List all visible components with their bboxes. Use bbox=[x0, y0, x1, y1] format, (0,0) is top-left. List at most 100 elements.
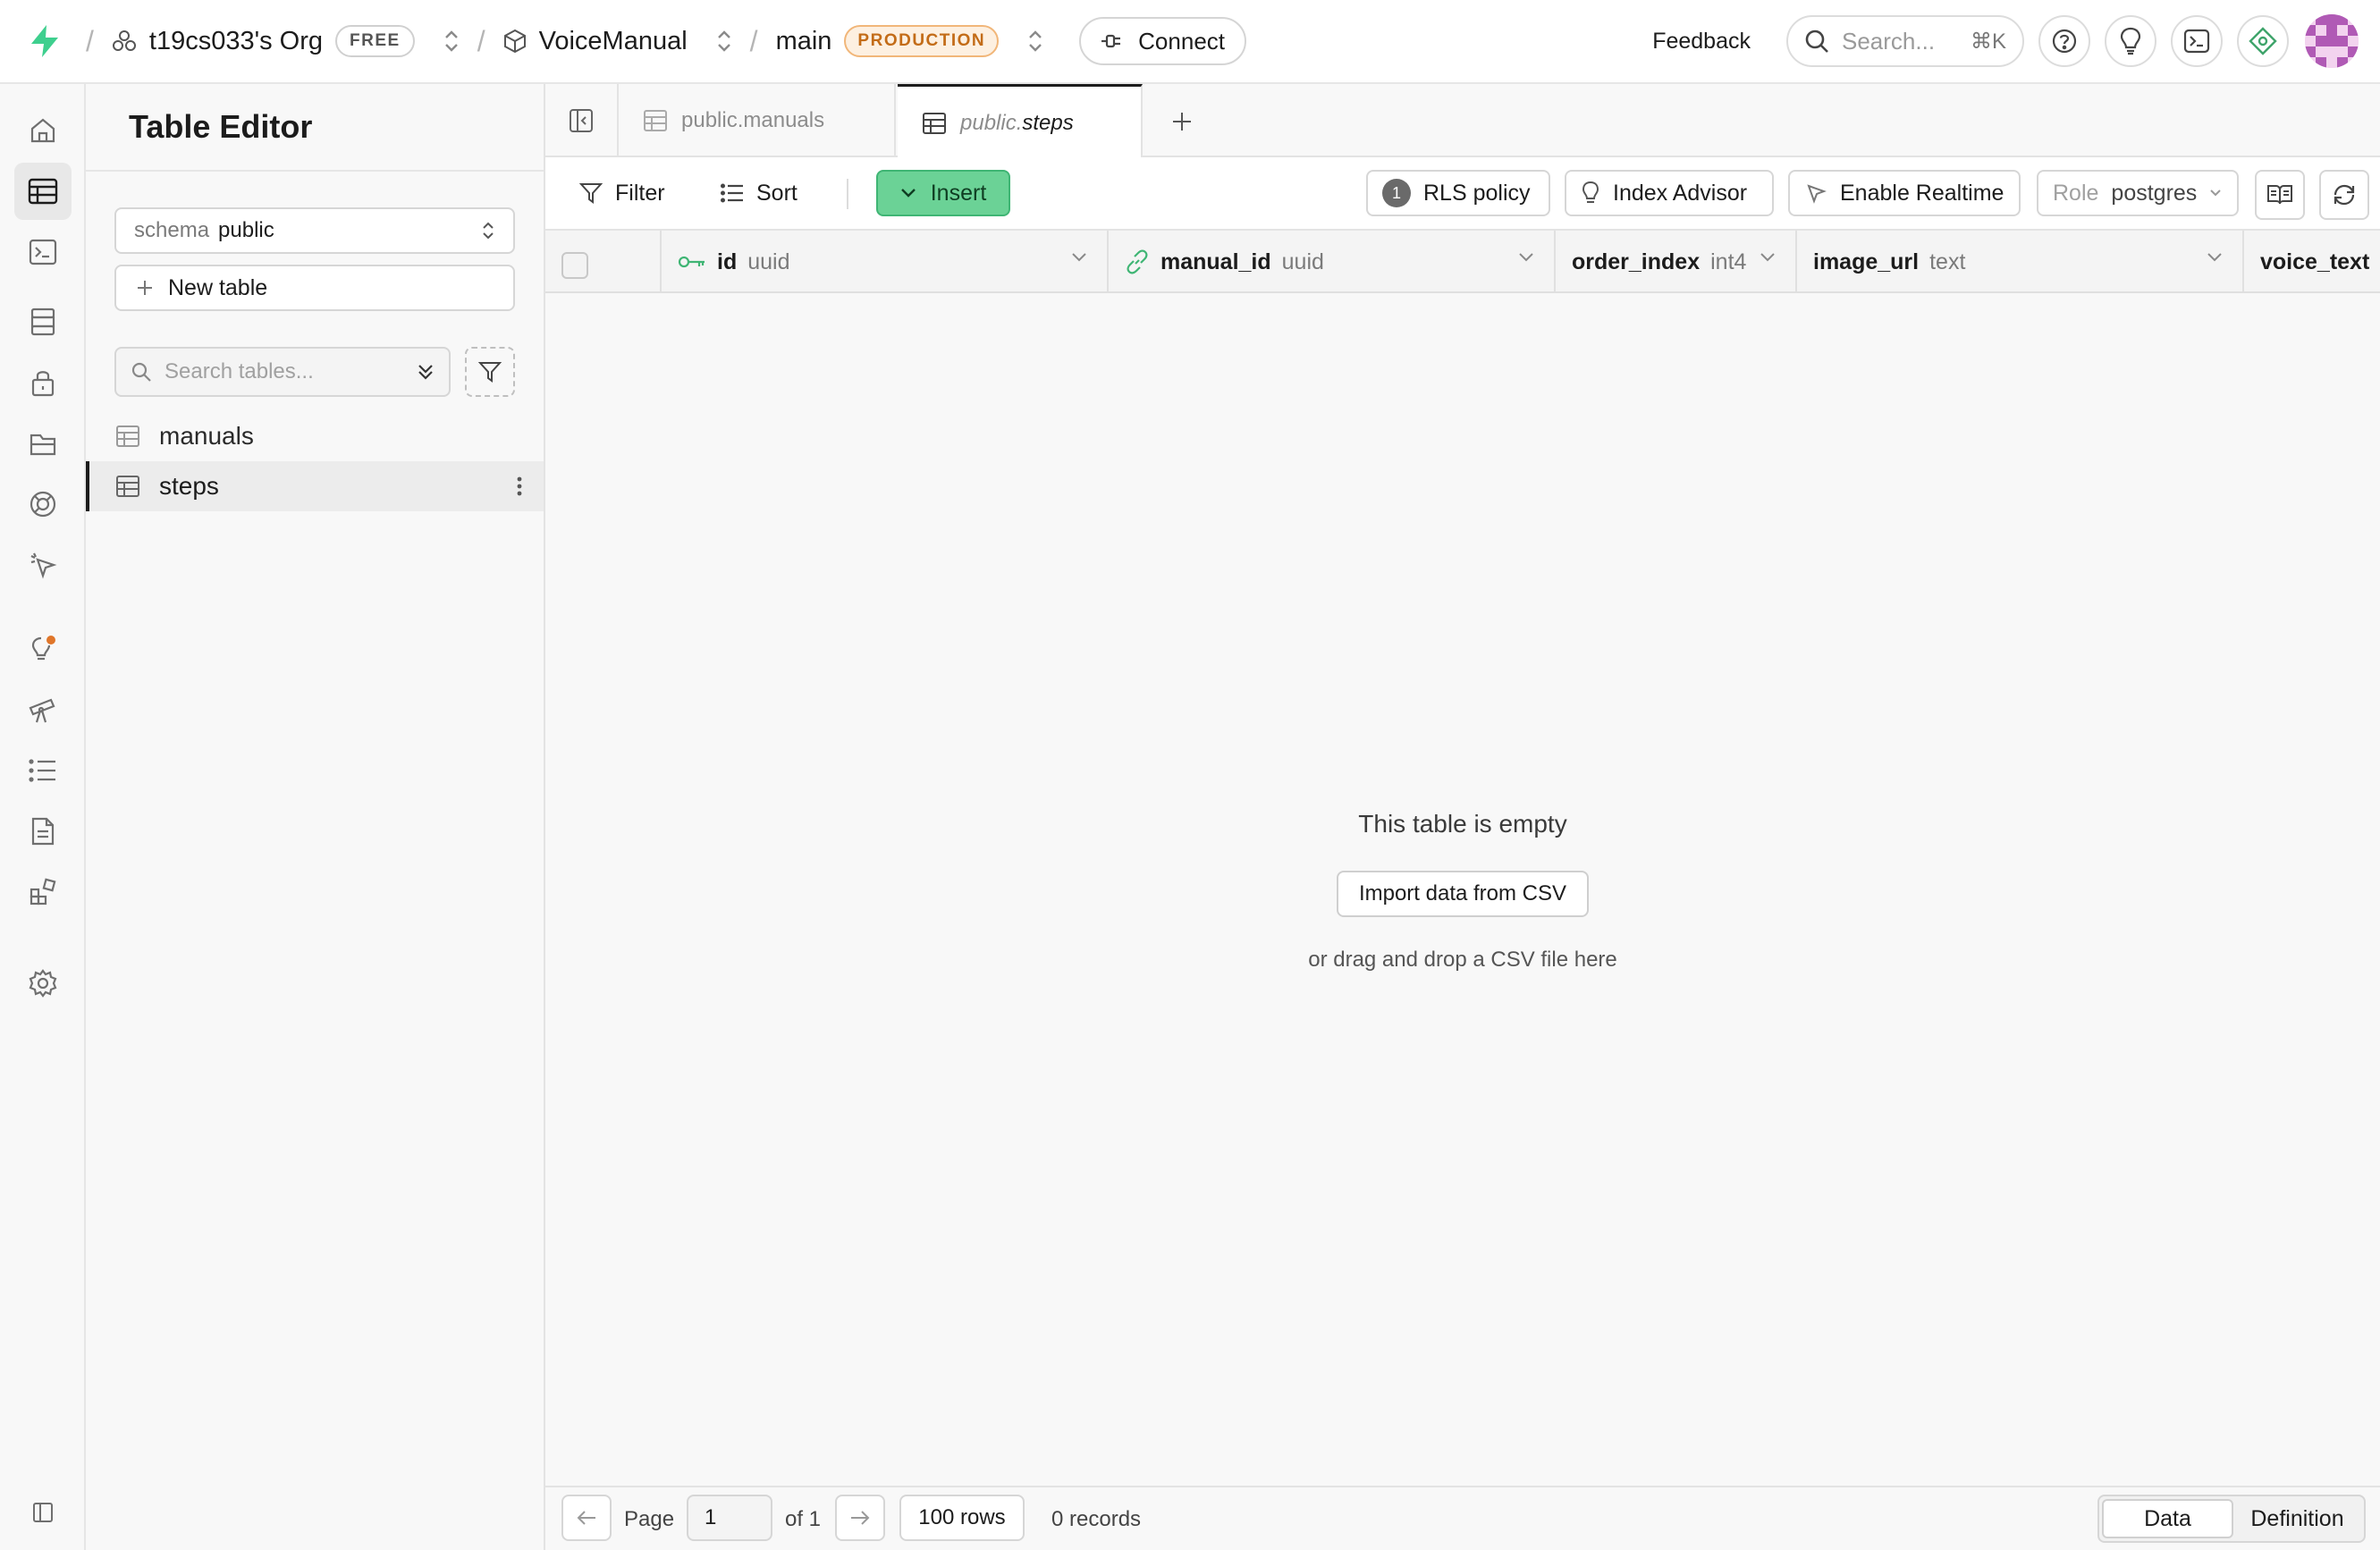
tab-table: steps bbox=[1022, 110, 1074, 135]
plan-badge: FREE bbox=[335, 25, 415, 57]
auth-icon[interactable] bbox=[14, 354, 72, 411]
chevron-down-icon[interactable] bbox=[1760, 252, 1776, 263]
schema-selector[interactable]: schema public bbox=[114, 207, 515, 254]
filter-label: Filter bbox=[615, 180, 665, 206]
docs-icon[interactable] bbox=[14, 803, 72, 860]
chevrons-down-icon[interactable] bbox=[417, 361, 435, 383]
docs-button[interactable] bbox=[2255, 170, 2305, 220]
tab-public-steps[interactable]: public.steps bbox=[898, 84, 1143, 159]
insert-label: Insert bbox=[930, 180, 987, 206]
chevron-updown-icon[interactable] bbox=[716, 29, 732, 53]
schema-label: schema bbox=[134, 218, 210, 242]
more-vertical-icon[interactable] bbox=[517, 476, 522, 497]
terminal-button[interactable] bbox=[2171, 15, 2223, 67]
page-label: Page bbox=[624, 1507, 675, 1531]
view-definition-tab[interactable]: Definition bbox=[2233, 1499, 2361, 1538]
advisor-button[interactable] bbox=[2237, 15, 2289, 67]
tab-table: manuals bbox=[743, 108, 825, 132]
advisors-icon[interactable] bbox=[14, 620, 72, 678]
chevron-updown-icon[interactable] bbox=[1027, 29, 1043, 53]
logs-list-icon[interactable] bbox=[14, 742, 72, 799]
table-icon bbox=[116, 476, 139, 497]
new-tab-plus-icon[interactable] bbox=[1164, 104, 1200, 139]
role-label: Role bbox=[2053, 180, 2099, 206]
grid-footer: Page 1 of 1 100 rows 0 records Data Defi… bbox=[545, 1486, 2380, 1550]
table-icon bbox=[644, 110, 667, 131]
global-search[interactable]: Search... ⌘K bbox=[1786, 15, 2024, 67]
chevron-down-icon bbox=[2209, 189, 2222, 198]
toggle-sidebar-button[interactable] bbox=[545, 84, 619, 157]
home-icon[interactable] bbox=[14, 102, 72, 159]
enable-realtime-button[interactable]: Enable Realtime bbox=[1788, 170, 2021, 216]
import-csv-button[interactable]: Import data from CSV bbox=[1337, 871, 1589, 917]
filter-tables-button[interactable] bbox=[465, 347, 515, 397]
sort-label: Sort bbox=[756, 180, 798, 206]
refresh-button[interactable] bbox=[2319, 170, 2369, 220]
breadcrumb-separator: / bbox=[749, 24, 758, 57]
insert-button[interactable]: Insert bbox=[876, 170, 1010, 216]
reports-icon[interactable] bbox=[14, 681, 72, 738]
feedback-button[interactable]: Feedback bbox=[1631, 29, 1772, 55]
tips-button[interactable] bbox=[2105, 15, 2156, 67]
chevron-down-icon[interactable] bbox=[1071, 252, 1087, 263]
realtime-icon[interactable] bbox=[14, 536, 72, 594]
settings-gear-icon[interactable] bbox=[14, 955, 72, 1012]
help-button[interactable] bbox=[2038, 15, 2090, 67]
edge-functions-icon[interactable] bbox=[14, 476, 72, 533]
project-name: VoiceManual bbox=[538, 26, 688, 55]
search-tables-input[interactable]: Search tables... bbox=[114, 347, 451, 397]
role-value: postgres bbox=[2111, 180, 2198, 206]
environment-badge: PRODUCTION bbox=[844, 25, 1000, 57]
org-selector[interactable]: t19cs033's Org FREE bbox=[112, 25, 460, 57]
tab-public-manuals[interactable]: public.manuals bbox=[619, 84, 896, 157]
prev-page-button[interactable] bbox=[561, 1495, 612, 1541]
page-number-input[interactable]: 1 bbox=[687, 1495, 772, 1541]
role-selector[interactable]: Role postgres bbox=[2037, 170, 2239, 216]
chevron-updown-icon bbox=[481, 220, 495, 241]
select-all-checkbox[interactable] bbox=[561, 252, 588, 279]
lightbulb-icon bbox=[1581, 181, 1600, 206]
table-list-item-steps[interactable]: steps bbox=[86, 461, 544, 511]
new-table-button[interactable]: New table bbox=[114, 265, 515, 311]
integrations-icon[interactable] bbox=[14, 863, 72, 921]
help-icon bbox=[2051, 28, 2078, 55]
column-header-voice-text[interactable]: voice_text t bbox=[2244, 231, 2380, 293]
column-header-manual-id[interactable]: manual_id uuid bbox=[1109, 231, 1556, 293]
sort-button[interactable]: Sort bbox=[706, 170, 812, 216]
user-avatar[interactable] bbox=[2305, 14, 2359, 68]
rows-per-page-button[interactable]: 100 rows bbox=[899, 1495, 1025, 1541]
column-name: manual_id bbox=[1160, 249, 1271, 274]
collapse-sidebar-icon[interactable] bbox=[14, 1484, 72, 1541]
grid-header-row: id uuid manual_id uuid order_index int4 … bbox=[545, 231, 2380, 293]
database-icon[interactable] bbox=[14, 293, 72, 350]
rls-count-badge: 1 bbox=[1382, 179, 1411, 207]
column-header-order-index[interactable]: order_index int4 bbox=[1556, 231, 1797, 293]
column-type: uuid bbox=[747, 249, 790, 274]
filter-button[interactable]: Filter bbox=[565, 170, 679, 216]
chevron-down-icon bbox=[900, 188, 916, 198]
project-selector[interactable]: VoiceManual bbox=[503, 27, 732, 56]
supabase-logo-icon[interactable] bbox=[21, 18, 68, 64]
chevron-down-icon[interactable] bbox=[1518, 252, 1534, 263]
chevron-down-icon[interactable] bbox=[2207, 252, 2223, 263]
sql-editor-icon[interactable] bbox=[14, 223, 72, 281]
index-advisor-button[interactable]: Index Advisor bbox=[1565, 170, 1774, 216]
table-editor-icon[interactable] bbox=[14, 163, 72, 220]
primary-key-icon bbox=[678, 255, 706, 269]
branch-selector[interactable]: main PRODUCTION bbox=[776, 25, 1044, 57]
connect-button[interactable]: Connect bbox=[1079, 17, 1246, 65]
new-table-label: New table bbox=[168, 274, 268, 300]
view-data-tab[interactable]: Data bbox=[2102, 1499, 2233, 1538]
filter-icon bbox=[579, 181, 603, 205]
main-panel: public.manuals public.steps Filter Sort bbox=[545, 84, 2380, 1550]
storage-icon[interactable] bbox=[14, 415, 72, 472]
column-type: text bbox=[1929, 249, 1966, 274]
next-page-button[interactable] bbox=[835, 1495, 885, 1541]
rls-policy-button[interactable]: 1 RLS policy bbox=[1366, 170, 1550, 216]
tab-bar: public.manuals public.steps bbox=[545, 84, 2380, 159]
table-list-item-manuals[interactable]: manuals bbox=[86, 411, 544, 461]
column-header-id[interactable]: id uuid bbox=[662, 231, 1109, 293]
chevron-updown-icon[interactable] bbox=[443, 29, 460, 53]
column-header-image-url[interactable]: image_url text bbox=[1797, 231, 2244, 293]
column-type: uuid bbox=[1281, 249, 1324, 274]
